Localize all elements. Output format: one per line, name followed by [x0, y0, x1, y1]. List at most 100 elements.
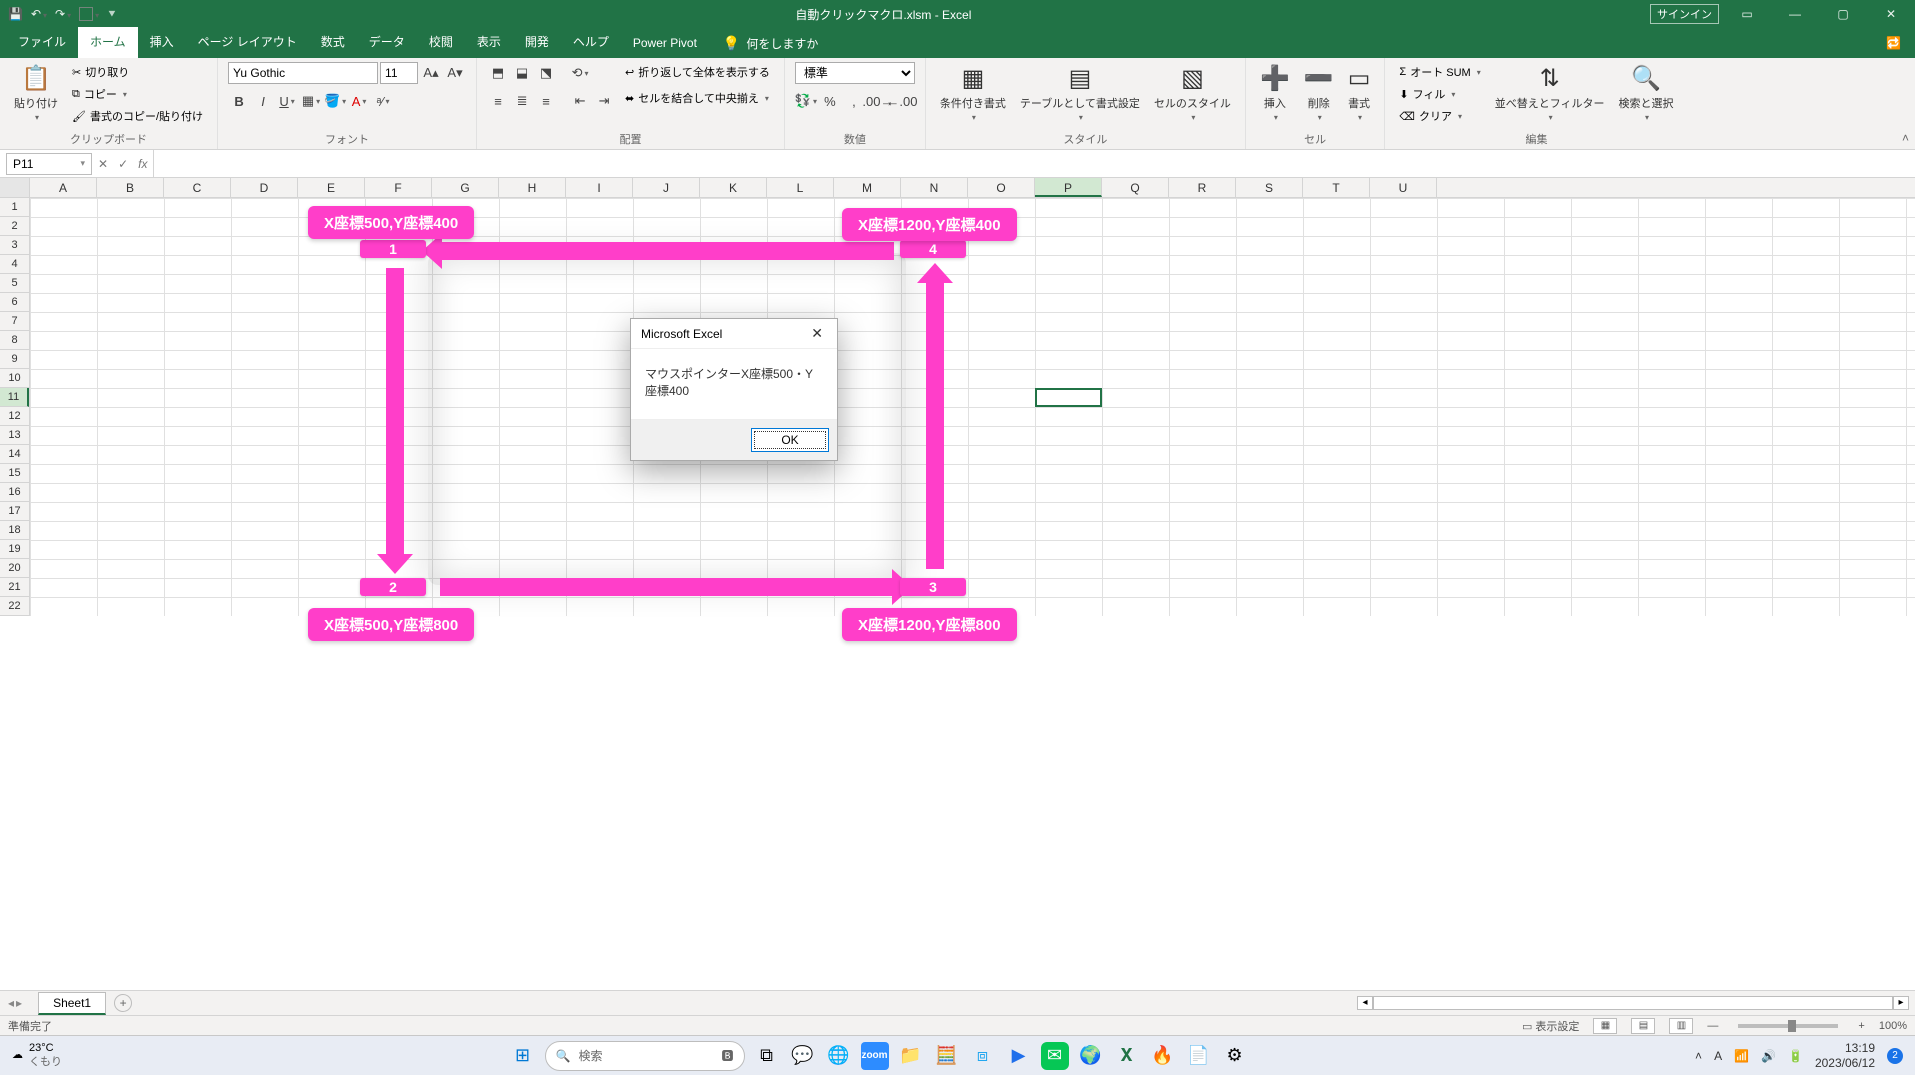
maximize-icon[interactable]: ▢: [1823, 0, 1863, 28]
autosum-button[interactable]: Σオート SUM▾: [1395, 62, 1484, 82]
format-as-table-button[interactable]: ▤テーブルとして書式設定▾: [1016, 62, 1144, 124]
row-header-17[interactable]: 17: [0, 502, 29, 521]
taskbar-app-notes[interactable]: 📄: [1185, 1042, 1213, 1070]
row-header-19[interactable]: 19: [0, 540, 29, 559]
col-header-E[interactable]: E: [298, 178, 365, 197]
merge-center-button[interactable]: ⬌セルを結合して中央揃え▾: [621, 88, 774, 108]
tab-view[interactable]: 表示: [465, 27, 513, 58]
delete-cells-button[interactable]: ➖削除▾: [1300, 62, 1338, 124]
fx-icon[interactable]: fx: [138, 157, 147, 171]
view-normal-icon[interactable]: ▦: [1593, 1018, 1617, 1034]
taskbar-search[interactable]: 🔍 検索 🅱: [545, 1041, 745, 1071]
row-header-22[interactable]: 22: [0, 597, 29, 616]
sheet-tab[interactable]: Sheet1: [38, 992, 106, 1015]
row-header-9[interactable]: 9: [0, 350, 29, 369]
font-name-input[interactable]: [228, 62, 378, 84]
row-header-11[interactable]: 11: [0, 388, 29, 407]
task-view-icon[interactable]: ⧉: [753, 1042, 781, 1070]
zoom-in-icon[interactable]: +: [1858, 1020, 1864, 1032]
taskbar-app-line[interactable]: ✉: [1041, 1042, 1069, 1070]
formula-input[interactable]: [153, 150, 1915, 177]
align-middle-icon[interactable]: ⬓: [511, 62, 533, 84]
find-select-button[interactable]: 🔍検索と選択▾: [1615, 62, 1678, 124]
tray-volume-icon[interactable]: 🔊: [1761, 1049, 1776, 1063]
cancel-formula-icon[interactable]: ✕: [98, 157, 108, 171]
qat-custom-icon[interactable]: ▾: [79, 7, 99, 22]
col-header-A[interactable]: A: [30, 178, 97, 197]
taskbar-app-settings[interactable]: ⚙: [1221, 1042, 1249, 1070]
decrease-font-icon[interactable]: A▾: [444, 62, 466, 84]
orientation-icon[interactable]: ⟲▾: [569, 62, 591, 84]
col-header-T[interactable]: T: [1303, 178, 1370, 197]
start-button[interactable]: ⊞: [509, 1042, 537, 1070]
view-pagelayout-icon[interactable]: ▤: [1631, 1018, 1655, 1034]
tab-insert[interactable]: 挿入: [138, 27, 186, 58]
col-header-L[interactable]: L: [767, 178, 834, 197]
border-icon[interactable]: ▦▾: [300, 90, 322, 112]
notification-badge[interactable]: 2: [1887, 1048, 1903, 1064]
row-header-7[interactable]: 7: [0, 312, 29, 331]
taskbar-app-flame[interactable]: 🔥: [1149, 1042, 1177, 1070]
align-top-icon[interactable]: ⬒: [487, 62, 509, 84]
col-header-F[interactable]: F: [365, 178, 432, 197]
row-header-2[interactable]: 2: [0, 217, 29, 236]
messagebox-close-icon[interactable]: ✕: [807, 325, 827, 342]
clear-button[interactable]: ⌫クリア▾: [1395, 106, 1484, 126]
increase-font-icon[interactable]: A▴: [420, 62, 442, 84]
zoom-level[interactable]: 100%: [1879, 1020, 1907, 1032]
sheet-nav-first-icon[interactable]: ◂: [8, 996, 14, 1010]
italic-icon[interactable]: I: [252, 90, 274, 112]
paste-button[interactable]: 📋 貼り付け ▾: [10, 62, 62, 124]
enter-formula-icon[interactable]: ✓: [118, 157, 128, 171]
tab-developer[interactable]: 開発: [513, 27, 561, 58]
tell-me[interactable]: 💡 何をしますか: [709, 29, 832, 58]
taskbar-app-excel[interactable]: 𝐗: [1113, 1042, 1141, 1070]
taskbar-app-explorer[interactable]: 📁: [897, 1042, 925, 1070]
col-header-J[interactable]: J: [633, 178, 700, 197]
align-right-icon[interactable]: ≡: [535, 90, 557, 112]
ribbon-display-icon[interactable]: ▭: [1727, 0, 1767, 28]
tab-data[interactable]: データ: [357, 27, 417, 58]
col-header-C[interactable]: C: [164, 178, 231, 197]
row-header-14[interactable]: 14: [0, 445, 29, 464]
tab-formulas[interactable]: 数式: [309, 27, 357, 58]
font-color-icon[interactable]: A▾: [348, 90, 370, 112]
format-painter-button[interactable]: 🖌書式のコピー/貼り付け: [68, 106, 207, 126]
tab-home[interactable]: ホーム: [78, 27, 138, 58]
messagebox-ok-button[interactable]: OK: [751, 428, 829, 452]
col-header-H[interactable]: H: [499, 178, 566, 197]
name-box[interactable]: P11 ▾: [6, 153, 92, 175]
bold-icon[interactable]: B: [228, 90, 250, 112]
col-header-U[interactable]: U: [1370, 178, 1437, 197]
insert-cells-button[interactable]: ➕挿入▾: [1256, 62, 1294, 124]
close-icon[interactable]: ✕: [1871, 0, 1911, 28]
taskbar-app-browser2[interactable]: 🌍: [1077, 1042, 1105, 1070]
copy-button[interactable]: ⧉コピー▾: [68, 84, 207, 104]
sheet-nav-last-icon[interactable]: ▸: [16, 996, 22, 1010]
phonetic-icon[interactable]: ᵃ⁄▾: [372, 90, 394, 112]
row-header-3[interactable]: 3: [0, 236, 29, 255]
conditional-format-button[interactable]: ▦条件付き書式▾: [936, 62, 1010, 124]
undo-icon[interactable]: ↶▾: [31, 7, 47, 21]
save-icon[interactable]: 💾: [8, 7, 23, 21]
hscroll-right-icon[interactable]: ▸: [1893, 996, 1909, 1010]
taskbar-app-chrome[interactable]: 🌐: [825, 1042, 853, 1070]
col-header-O[interactable]: O: [968, 178, 1035, 197]
tab-review[interactable]: 校閲: [417, 27, 465, 58]
taskbar-app-powershell[interactable]: ▶: [1005, 1042, 1033, 1070]
cut-button[interactable]: ✂切り取り: [68, 62, 207, 82]
selected-cell[interactable]: [1035, 388, 1102, 407]
zoom-slider[interactable]: [1738, 1024, 1838, 1028]
taskbar-app-vscode[interactable]: ⧈: [969, 1042, 997, 1070]
tray-wifi-icon[interactable]: 📶: [1734, 1049, 1749, 1063]
col-header-G[interactable]: G: [432, 178, 499, 197]
col-header-I[interactable]: I: [566, 178, 633, 197]
cell-styles-button[interactable]: ▧セルのスタイル▾: [1150, 62, 1235, 124]
fill-button[interactable]: ⬇フィル▾: [1395, 84, 1484, 104]
col-header-B[interactable]: B: [97, 178, 164, 197]
sort-filter-button[interactable]: ⇅並べ替えとフィルター▾: [1491, 62, 1609, 124]
hscroll-left-icon[interactable]: ◂: [1357, 996, 1373, 1010]
collapse-ribbon-icon[interactable]: ˄: [1902, 131, 1909, 145]
row-header-10[interactable]: 10: [0, 369, 29, 388]
align-left-icon[interactable]: ≡: [487, 90, 509, 112]
